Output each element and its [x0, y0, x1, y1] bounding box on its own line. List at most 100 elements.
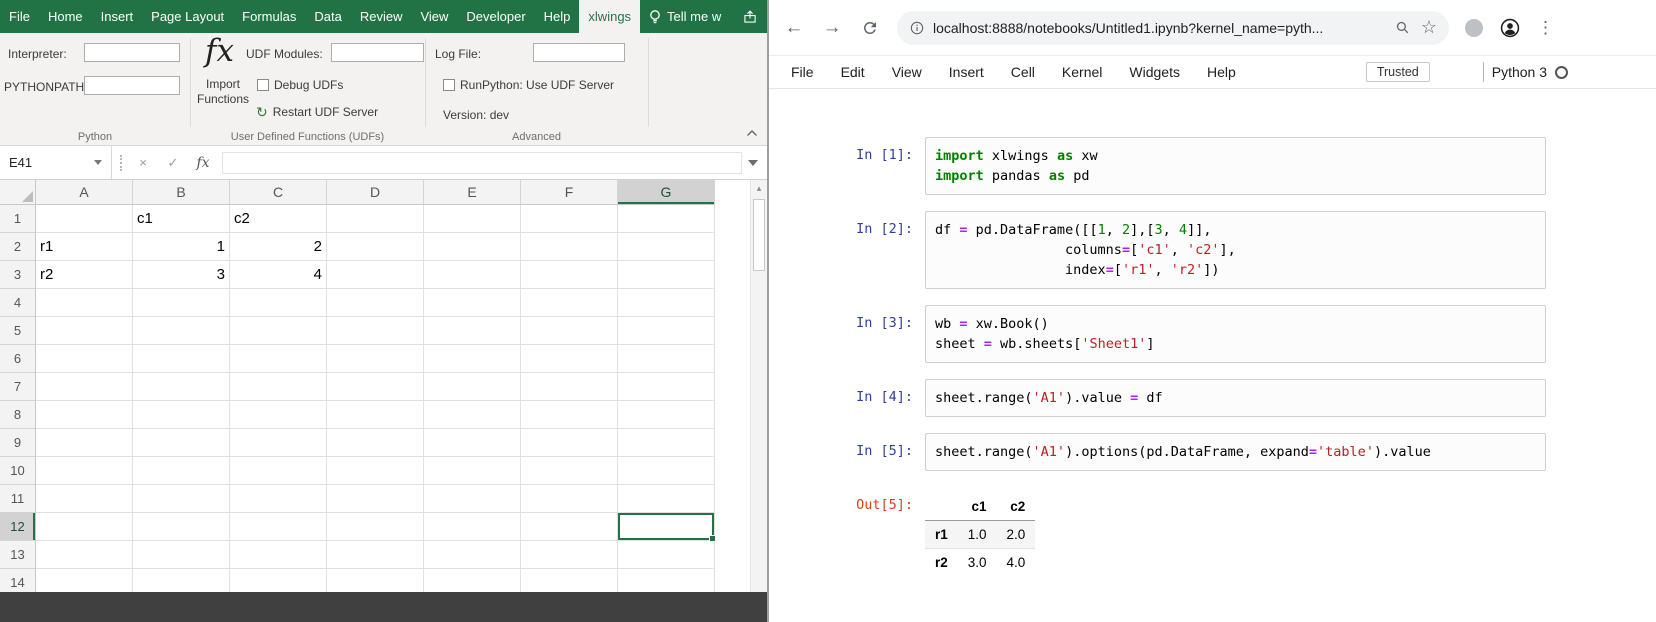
cell-E1[interactable] — [424, 205, 521, 233]
cell-C11[interactable] — [230, 485, 327, 513]
cell-D6[interactable] — [327, 345, 424, 373]
interpreter-input[interactable] — [84, 43, 180, 62]
cell-E8[interactable] — [424, 401, 521, 429]
cell-G10[interactable] — [618, 457, 715, 485]
ribbon-tab-file[interactable]: File — [0, 0, 39, 33]
checkbox-icon[interactable] — [257, 79, 269, 91]
cell-G13[interactable] — [618, 541, 715, 569]
checkbox-icon[interactable] — [443, 79, 455, 91]
row-header-9[interactable]: 9 — [0, 429, 36, 457]
cell-A1[interactable] — [36, 205, 133, 233]
cell-F4[interactable] — [521, 289, 618, 317]
address-bar[interactable]: localhost:8888/notebooks/Untitled1.ipynb… — [897, 10, 1449, 45]
cell-C7[interactable] — [230, 373, 327, 401]
cell-B8[interactable] — [133, 401, 230, 429]
cell-E12[interactable] — [424, 513, 521, 541]
zoom-icon[interactable] — [1394, 19, 1411, 36]
url-text[interactable]: localhost:8888/notebooks/Untitled1.ipynb… — [933, 20, 1323, 36]
cell-A9[interactable] — [36, 429, 133, 457]
cell-C3[interactable]: 4 — [230, 261, 327, 289]
cell-F7[interactable] — [521, 373, 618, 401]
tell-me-button[interactable]: Tell me w — [640, 0, 729, 33]
ribbon-tab-page-layout[interactable]: Page Layout — [142, 0, 233, 33]
cell-G14[interactable] — [618, 569, 715, 592]
menu-edit[interactable]: Edit — [841, 64, 865, 80]
ribbon-tab-home[interactable]: Home — [39, 0, 92, 33]
enter-button[interactable]: ✓ — [158, 155, 188, 171]
code-input[interactable]: wb = xw.Book() sheet = wb.sheets['Sheet1'… — [925, 305, 1546, 363]
runpython-checkbox[interactable]: RunPython: Use UDF Server — [443, 78, 614, 92]
ribbon-tab-help[interactable]: Help — [535, 0, 580, 33]
formula-bar-expand-icon[interactable] — [748, 159, 758, 166]
name-box-dropdown-icon[interactable] — [94, 160, 102, 165]
column-header-D[interactable]: D — [327, 180, 424, 205]
row-header-13[interactable]: 13 — [0, 541, 36, 569]
row-header-3[interactable]: 3 — [0, 261, 36, 289]
cell-F5[interactable] — [521, 317, 618, 345]
cell-G11[interactable] — [618, 485, 715, 513]
row-header-11[interactable]: 11 — [0, 485, 36, 513]
cell-F1[interactable] — [521, 205, 618, 233]
row-header-4[interactable]: 4 — [0, 289, 36, 317]
cell-G9[interactable] — [618, 429, 715, 457]
ribbon-tab-data[interactable]: Data — [305, 0, 350, 33]
ribbon-collapse-button[interactable] — [746, 126, 758, 140]
cell-C12[interactable] — [230, 513, 327, 541]
ribbon-tab-developer[interactable]: Developer — [457, 0, 534, 33]
cell-B2[interactable]: 1 — [133, 233, 230, 261]
cancel-button[interactable]: × — [128, 155, 158, 170]
cell-E14[interactable] — [424, 569, 521, 592]
column-header-C[interactable]: C — [230, 180, 327, 205]
debug-udfs-checkbox[interactable]: Debug UDFs — [257, 78, 343, 92]
cell-G3[interactable] — [618, 261, 715, 289]
cell-D14[interactable] — [327, 569, 424, 592]
ribbon-tab-insert[interactable]: Insert — [92, 0, 143, 33]
extensions-icon[interactable] — [1465, 18, 1483, 37]
trusted-button[interactable]: Trusted — [1365, 62, 1430, 82]
row-header-5[interactable]: 5 — [0, 317, 36, 345]
vertical-scrollbar[interactable]: ▴ — [750, 180, 767, 592]
cell-E10[interactable] — [424, 457, 521, 485]
menu-cell[interactable]: Cell — [1011, 64, 1035, 80]
formula-input[interactable] — [222, 151, 742, 174]
cell-G7[interactable] — [618, 373, 715, 401]
log-file-input[interactable] — [533, 43, 625, 62]
cell-F13[interactable] — [521, 541, 618, 569]
cell-F2[interactable] — [521, 233, 618, 261]
cell-A11[interactable] — [36, 485, 133, 513]
cell-G6[interactable] — [618, 345, 715, 373]
cell-B12[interactable] — [133, 513, 230, 541]
cell-A5[interactable] — [36, 317, 133, 345]
cell-F12[interactable] — [521, 513, 618, 541]
cell-C4[interactable] — [230, 289, 327, 317]
share-button[interactable] — [733, 0, 767, 33]
cell-G5[interactable] — [618, 317, 715, 345]
code-input[interactable]: sheet.range('A1').value = df — [925, 379, 1546, 417]
cell-A8[interactable] — [36, 401, 133, 429]
cell-F11[interactable] — [521, 485, 618, 513]
cell-G12[interactable] — [618, 513, 716, 542]
cell-C8[interactable] — [230, 401, 327, 429]
column-header-E[interactable]: E — [424, 180, 521, 205]
row-header-2[interactable]: 2 — [0, 233, 36, 261]
cell-G8[interactable] — [618, 401, 715, 429]
cell-C9[interactable] — [230, 429, 327, 457]
cell-A2[interactable]: r1 — [36, 233, 133, 261]
cell-D9[interactable] — [327, 429, 424, 457]
info-icon[interactable] — [909, 20, 925, 36]
cell-A12[interactable] — [36, 513, 133, 541]
cell-D5[interactable] — [327, 317, 424, 345]
menu-kernel[interactable]: Kernel — [1062, 64, 1102, 80]
select-all-corner[interactable] — [0, 180, 36, 205]
row-header-14[interactable]: 14 — [0, 569, 36, 592]
column-header-F[interactable]: F — [521, 180, 618, 205]
row-header-12[interactable]: 12 — [0, 513, 36, 541]
ribbon-tab-formulas[interactable]: Formulas — [233, 0, 305, 33]
ribbon-tab-view[interactable]: View — [411, 0, 457, 33]
cell-E2[interactable] — [424, 233, 521, 261]
udf-modules-input[interactable] — [331, 43, 424, 62]
row-header-6[interactable]: 6 — [0, 345, 36, 373]
cell-E3[interactable] — [424, 261, 521, 289]
menu-view[interactable]: View — [892, 64, 922, 80]
cell-E6[interactable] — [424, 345, 521, 373]
